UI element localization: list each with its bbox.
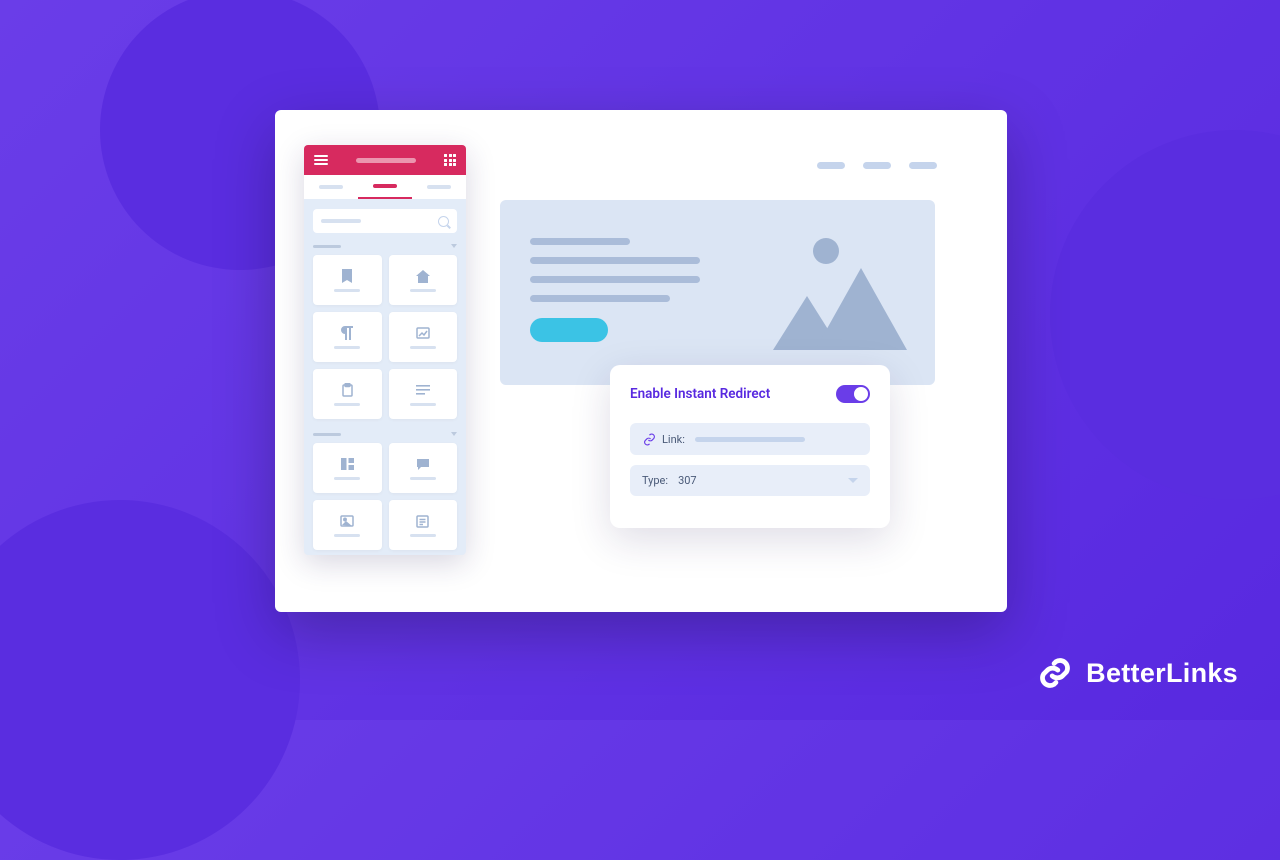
hero-text-line bbox=[530, 276, 700, 283]
widget-item[interactable] bbox=[313, 500, 382, 550]
widget-grid bbox=[304, 255, 466, 425]
popup-title: Enable Instant Redirect bbox=[630, 386, 770, 402]
type-value: 307 bbox=[678, 474, 697, 487]
top-nav bbox=[817, 162, 937, 169]
bookmark-icon bbox=[339, 268, 355, 284]
nav-item[interactable] bbox=[863, 162, 891, 169]
apps-grid-icon[interactable] bbox=[444, 154, 456, 166]
widget-item[interactable] bbox=[389, 312, 458, 362]
text-lines-icon bbox=[415, 382, 431, 398]
hero-cta-button[interactable] bbox=[530, 318, 608, 342]
hero-image-placeholder bbox=[765, 230, 905, 350]
section-header[interactable] bbox=[313, 241, 457, 251]
search-placeholder bbox=[321, 219, 361, 223]
sun-icon bbox=[813, 238, 839, 264]
brand-name: BetterLinks bbox=[1086, 658, 1238, 689]
hero-text-line bbox=[530, 238, 630, 245]
search-icon bbox=[438, 216, 449, 227]
widget-item[interactable] bbox=[389, 500, 458, 550]
clipboard-icon bbox=[339, 382, 355, 398]
nav-item[interactable] bbox=[909, 162, 937, 169]
widget-item[interactable] bbox=[389, 255, 458, 305]
link-field[interactable]: Link: bbox=[630, 423, 870, 455]
columns-icon bbox=[339, 456, 355, 472]
widget-item[interactable] bbox=[313, 369, 382, 419]
brand-link-icon bbox=[1036, 654, 1074, 692]
panel-tab[interactable] bbox=[358, 175, 412, 199]
panel-tab[interactable] bbox=[412, 175, 466, 199]
widget-item[interactable] bbox=[313, 443, 382, 493]
elements-panel bbox=[304, 145, 466, 555]
mountain-icon bbox=[815, 268, 907, 350]
hero-text-line bbox=[530, 295, 670, 302]
list-box-icon bbox=[415, 513, 431, 529]
nav-item[interactable] bbox=[817, 162, 845, 169]
link-label: Link: bbox=[662, 433, 685, 446]
hero-text-line bbox=[530, 257, 700, 264]
image-frame-icon bbox=[415, 325, 431, 341]
panel-tabs bbox=[304, 175, 466, 199]
page-canvas: Enable Instant Redirect Link: Type: 307 bbox=[275, 110, 1007, 612]
link-value-placeholder bbox=[695, 437, 805, 442]
bg-decor-circle bbox=[1050, 130, 1280, 500]
home-icon bbox=[415, 268, 431, 284]
type-select[interactable]: Type: 307 bbox=[630, 465, 870, 496]
widget-item[interactable] bbox=[389, 443, 458, 493]
widget-grid bbox=[304, 443, 466, 555]
chevron-down-icon bbox=[451, 244, 457, 248]
bg-decor-circle bbox=[0, 500, 300, 860]
link-icon bbox=[642, 432, 656, 446]
panel-tab[interactable] bbox=[304, 175, 358, 199]
picture-icon bbox=[339, 513, 355, 529]
panel-title-placeholder bbox=[356, 158, 416, 163]
chat-icon bbox=[415, 456, 431, 472]
panel-header bbox=[304, 145, 466, 175]
menu-icon[interactable] bbox=[314, 155, 328, 165]
type-label: Type: bbox=[642, 474, 668, 487]
widget-item[interactable] bbox=[313, 255, 382, 305]
section-header[interactable] bbox=[313, 429, 457, 439]
redirect-settings-card: Enable Instant Redirect Link: Type: 307 bbox=[610, 365, 890, 528]
search-input[interactable] bbox=[313, 209, 457, 233]
paragraph-icon bbox=[339, 325, 355, 341]
chevron-down-icon bbox=[451, 432, 457, 436]
widget-item[interactable] bbox=[313, 312, 382, 362]
instant-redirect-toggle[interactable] bbox=[836, 385, 870, 403]
hero-block bbox=[500, 200, 935, 385]
chevron-down-icon bbox=[848, 478, 858, 483]
brand-footer: BetterLinks bbox=[1036, 654, 1238, 692]
widget-item[interactable] bbox=[389, 369, 458, 419]
